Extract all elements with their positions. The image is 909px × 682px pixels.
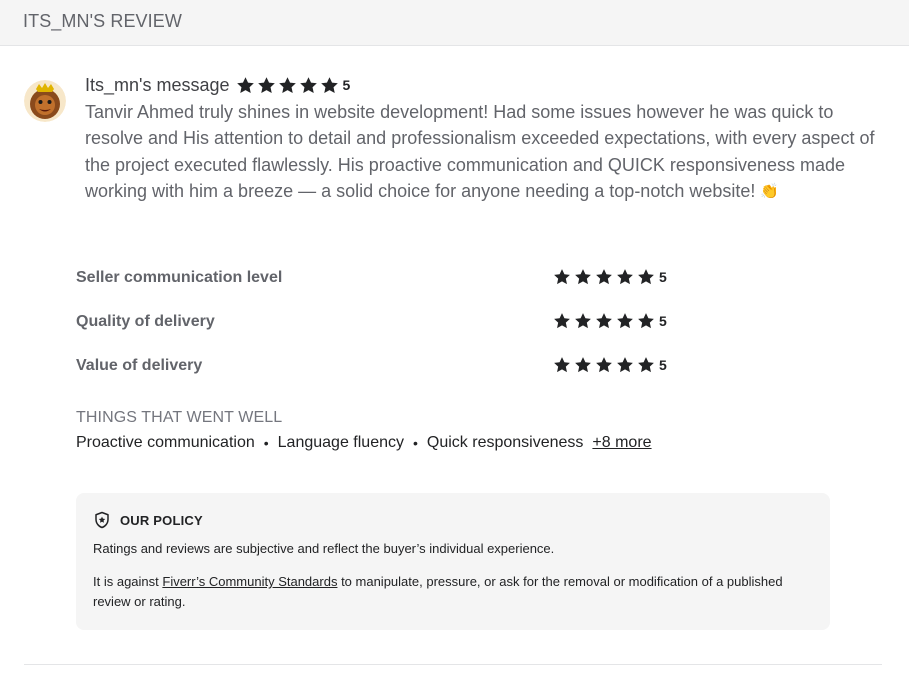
star-icon (299, 76, 318, 95)
review-head: Its_mn's message 5 (85, 74, 350, 96)
criteria-row-quality: Quality of delivery 5 (76, 311, 676, 333)
review-rating-value: 5 (342, 77, 351, 93)
star-icon (236, 76, 255, 95)
divider (24, 664, 882, 665)
criteria-rating-value: 5 (659, 313, 667, 329)
star-icon (553, 356, 571, 374)
star-icon (553, 268, 571, 286)
show-more-link[interactable]: +8 more (592, 434, 651, 452)
criteria-label: Seller communication level (76, 269, 283, 286)
criteria-stars: 5 (553, 356, 667, 374)
star-icon (595, 356, 613, 374)
review-text: Tanvir Ahmed truly shines in website dev… (85, 99, 875, 205)
policy-head: OUR POLICY (93, 511, 203, 529)
criteria-label: Quality of delivery (76, 313, 215, 330)
policy-text-part: It is against (93, 574, 163, 589)
star-icon (595, 312, 613, 330)
review-body: Tanvir Ahmed truly shines in website dev… (85, 102, 875, 201)
star-icon (637, 312, 655, 330)
community-standards-link[interactable]: Fiverr’s Community Standards (162, 574, 337, 589)
star-icon (637, 268, 655, 286)
policy-text: Ratings and reviews are subjective and r… (93, 541, 555, 556)
reviewer-avatar[interactable] (24, 80, 66, 122)
review-stars: 5 (236, 76, 351, 95)
went-well-item: Quick responsiveness (426, 434, 584, 451)
went-well-title: THINGS THAT WENT WELL (76, 409, 283, 426)
clapping-hands-icon: 👏 (760, 182, 780, 200)
review-header-title: ITS_MN'S REVIEW (23, 11, 182, 31)
criteria-row-value: Value of delivery 5 (76, 355, 676, 377)
separator-dot: • (412, 435, 418, 451)
star-icon (278, 76, 297, 95)
policy-box: OUR POLICY Ratings and reviews are subje… (76, 493, 830, 630)
criteria-rating-value: 5 (659, 269, 667, 285)
policy-title: OUR POLICY (120, 512, 203, 528)
shield-star-icon (93, 511, 111, 529)
reviewer-message-title: Its_mn's message (85, 74, 230, 95)
criteria-row-communication: Seller communication level 5 (76, 267, 676, 289)
star-icon (574, 312, 592, 330)
criteria-label: Value of delivery (76, 357, 203, 374)
review-header: ITS_MN'S REVIEW (0, 0, 909, 46)
criteria-stars: 5 (553, 312, 667, 330)
policy-text: It is against Fiverr’s Community Standar… (93, 572, 803, 612)
went-well-item: Proactive communication (76, 434, 255, 451)
star-icon (616, 312, 634, 330)
star-icon (616, 268, 634, 286)
star-icon (320, 76, 339, 95)
star-icon (637, 356, 655, 374)
went-well-item: Language fluency (277, 434, 404, 451)
star-icon (616, 356, 634, 374)
went-well-list: Proactive communication • Language fluen… (76, 434, 652, 452)
star-icon (574, 268, 592, 286)
star-icon (257, 76, 276, 95)
criteria-stars: 5 (553, 268, 667, 286)
star-icon (595, 268, 613, 286)
criteria-rating-value: 5 (659, 357, 667, 373)
star-icon (574, 356, 592, 374)
separator-dot: • (263, 435, 269, 451)
star-icon (553, 312, 571, 330)
